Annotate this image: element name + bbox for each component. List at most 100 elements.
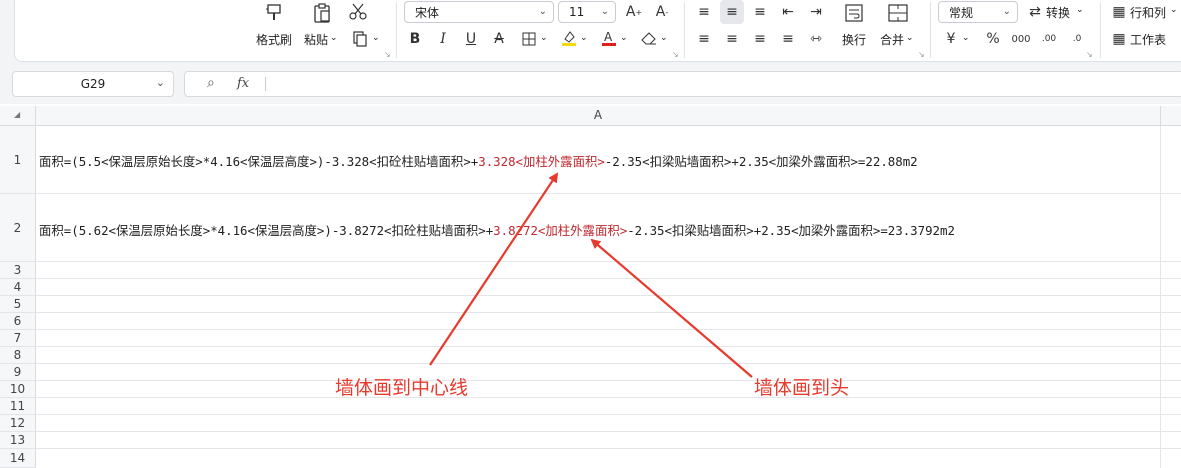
merge-icon[interactable] — [886, 2, 910, 24]
cell-a2[interactable]: 面积=(5.62<保温层原始长度>*4.16<保温层高度>)-3.8272<扣砼… — [39, 221, 955, 239]
strikethrough-icon[interactable]: A — [490, 30, 508, 48]
borders-icon[interactable] — [520, 30, 538, 48]
decrease-decimal-icon[interactable]: .0 — [1068, 30, 1086, 48]
clear-format-dropdown-icon[interactable]: ⌄ — [660, 33, 668, 43]
column-divider — [1160, 106, 1161, 125]
row-number: 1 — [13, 152, 22, 167]
row-header[interactable]: 14 — [0, 449, 36, 468]
align-right-icon[interactable]: ≡ — [750, 30, 770, 48]
annotation-right-label: 墙体画到头 — [754, 377, 850, 399]
convert-button[interactable]: 转换 — [1046, 4, 1070, 21]
alignment-launcher-icon[interactable]: ↘ — [918, 50, 925, 59]
row-header[interactable]: 13 — [0, 432, 36, 449]
align-center-icon[interactable]: ≡ — [722, 30, 742, 48]
copy-icon[interactable] — [350, 30, 370, 48]
clipboard-launcher-icon[interactable]: ↘ — [384, 50, 391, 59]
increase-font-icon[interactable]: A + — [624, 2, 644, 22]
paste-button[interactable]: 粘贴 — [304, 31, 328, 48]
rows-cols-button[interactable]: 行和列 — [1130, 4, 1166, 21]
font-name-select[interactable]: 宋体 ⌄ — [404, 1, 554, 23]
row-number: 4 — [13, 280, 22, 294]
row-number: 11 — [9, 399, 26, 413]
justify-icon[interactable]: ≡ — [778, 30, 798, 48]
align-middle-icon[interactable]: ≡ — [720, 0, 744, 24]
row-header[interactable]: 5 — [0, 296, 36, 313]
copy-dropdown-icon[interactable]: ⌄ — [372, 33, 380, 43]
font-color-dropdown-icon[interactable]: ⌄ — [620, 33, 628, 43]
worksheet-icon[interactable]: ▦ — [1110, 30, 1128, 48]
cell-a1[interactable]: 面积=(5.5<保温层原始长度>*4.16<保温层高度>)-3.328<扣砼柱贴… — [39, 152, 918, 170]
row-header[interactable]: 11 — [0, 398, 36, 415]
thousands-icon[interactable]: 000 — [1011, 30, 1030, 48]
paste-dropdown-icon[interactable]: ⌄ — [330, 33, 338, 43]
currency-dropdown-icon[interactable]: ⌄ — [962, 33, 970, 43]
row-header[interactable]: 4 — [0, 279, 36, 296]
row-header[interactable]: 3 — [0, 262, 36, 279]
align-left-icon[interactable]: ≡ — [694, 30, 714, 48]
cut-icon[interactable] — [346, 2, 370, 22]
font-size-select[interactable]: 11 ⌄ — [558, 1, 616, 23]
decrease-indent-icon[interactable]: ⇤ — [778, 2, 798, 22]
row-gridline — [36, 329, 1181, 330]
svg-text:A: A — [604, 30, 613, 44]
row-header[interactable]: 6 — [0, 313, 36, 330]
formula-part: -2.35<扣梁贴墙面积>+2.35<加梁外露面积>=23.3792m2 — [627, 223, 955, 238]
clear-format-icon[interactable] — [640, 30, 658, 48]
font-color-icon[interactable]: A — [600, 28, 618, 48]
zoom-icon[interactable]: ⌕ — [207, 75, 215, 91]
format-painter-button[interactable]: 格式刷 — [256, 31, 292, 48]
row-header[interactable]: 9 — [0, 364, 36, 381]
merge-button[interactable]: 合并 — [880, 31, 904, 48]
row-header[interactable]: 2 — [0, 194, 36, 262]
borders-dropdown-icon[interactable]: ⌄ — [540, 33, 548, 43]
underline-icon[interactable]: U — [462, 30, 480, 48]
annotation-left-label: 墙体画到中心线 — [335, 377, 469, 399]
column-header-bar: ◢ A — [0, 106, 1181, 126]
number-format-select[interactable]: 常规 ⌄ — [938, 1, 1018, 23]
chevron-down-icon[interactable]: ⌄ — [156, 76, 165, 89]
formula-input[interactable]: ⌕ fx — [184, 71, 1181, 97]
currency-icon[interactable]: ¥ — [942, 30, 960, 48]
worksheet-button[interactable]: 工作表 — [1130, 31, 1166, 48]
row-header[interactable]: 12 — [0, 415, 36, 432]
row-gridline — [36, 380, 1181, 381]
fill-color-icon[interactable] — [560, 28, 578, 48]
fill-color-dropdown-icon[interactable]: ⌄ — [580, 33, 588, 43]
row-gridline — [36, 261, 1181, 262]
bold-icon[interactable]: B — [406, 30, 424, 48]
number-launcher-icon[interactable]: ↘ — [1086, 50, 1093, 59]
divider — [684, 2, 685, 58]
convert-icon[interactable]: ⇄ — [1026, 2, 1044, 22]
distributed-icon[interactable]: ⇿ — [806, 30, 826, 48]
paste-icon[interactable] — [310, 2, 334, 24]
row-header[interactable]: 10 — [0, 381, 36, 398]
merge-dropdown-icon[interactable]: ⌄ — [906, 33, 914, 43]
row-header[interactable]: 7 — [0, 330, 36, 347]
wrap-text-button[interactable]: 换行 — [842, 31, 866, 48]
row-header[interactable]: 1 — [0, 126, 36, 194]
row-gridline — [36, 448, 1181, 449]
align-top-icon[interactable]: ≡ — [694, 2, 714, 22]
italic-icon[interactable]: I — [434, 30, 452, 48]
increase-decimal-icon[interactable]: .00 — [1040, 30, 1058, 48]
name-box[interactable]: G29 ⌄ — [12, 71, 174, 97]
font-launcher-icon[interactable]: ↘ — [672, 50, 679, 59]
decrease-font-icon[interactable]: A- — [652, 2, 672, 22]
row-number: 3 — [13, 263, 22, 277]
rows-cols-dropdown-icon[interactable]: ⌄ — [1170, 5, 1178, 15]
row-gridline — [36, 312, 1181, 313]
annotation-arrow-left — [429, 172, 559, 366]
row-number: 8 — [13, 348, 22, 362]
format-painter-icon[interactable] — [262, 2, 286, 24]
wrap-text-icon[interactable] — [842, 2, 866, 24]
select-all-corner[interactable]: ◢ — [0, 106, 36, 125]
increase-indent-icon[interactable]: ⇥ — [806, 2, 826, 22]
align-bottom-icon[interactable]: ≡ — [750, 2, 770, 22]
fx-icon[interactable]: fx — [237, 76, 249, 91]
column-header-a[interactable]: A — [36, 108, 1160, 122]
row-number: 5 — [13, 297, 22, 311]
rows-cols-icon[interactable]: ▦ — [1110, 2, 1128, 22]
percent-icon[interactable]: % — [984, 30, 1002, 48]
row-header[interactable]: 8 — [0, 347, 36, 364]
convert-dropdown-icon[interactable]: ⌄ — [1076, 5, 1084, 15]
